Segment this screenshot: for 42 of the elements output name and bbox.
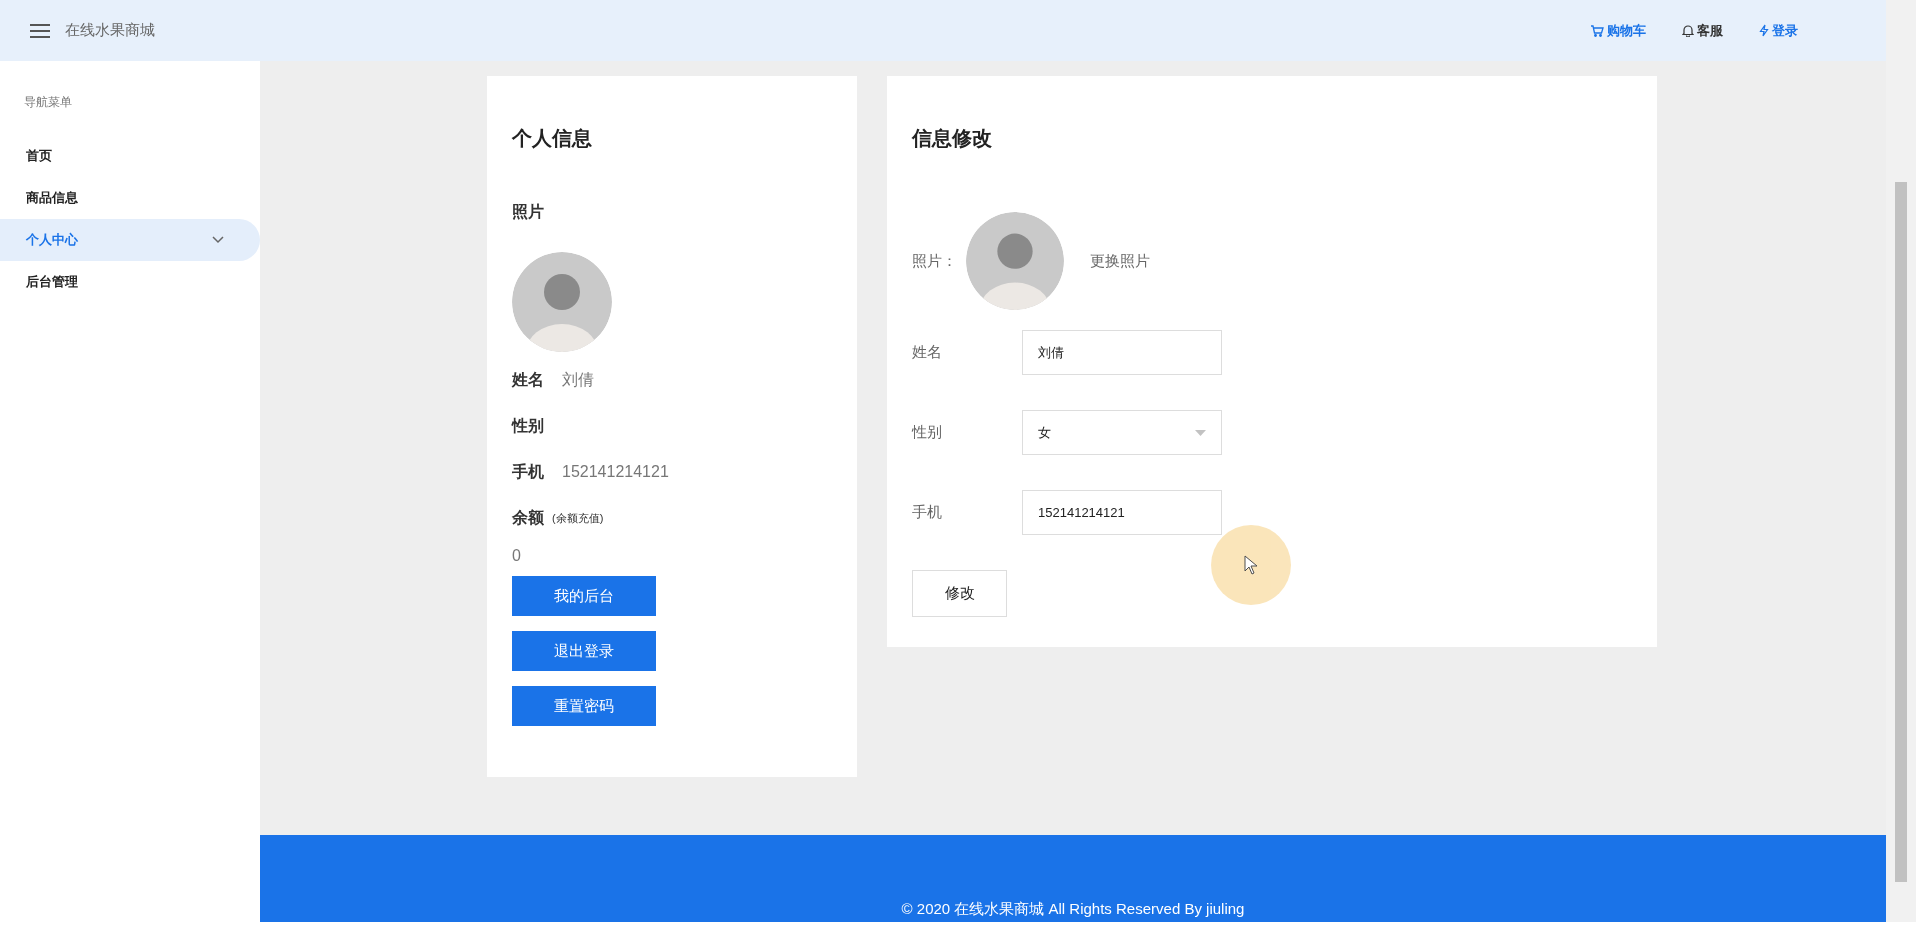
card-title: 个人信息 [512,126,593,151]
menu-icon[interactable] [30,23,50,38]
chevron-down-icon [212,236,224,244]
header-link[interactable]: 登录 [1759,20,1798,41]
lightning-icon [1759,24,1769,37]
gender-select[interactable]: 女 [1022,410,1222,455]
scrollbar-thumb[interactable] [1895,182,1907,882]
header-link[interactable]: 客服 [1682,20,1723,41]
submit-button[interactable]: 修改 [912,570,1007,617]
input-field[interactable]: 刘倩 [1022,330,1222,375]
field-value: 刘倩 [562,370,594,390]
nav-item[interactable]: 首页 [0,135,260,177]
field-label: 照片 [512,202,545,222]
dropdown-triangle-icon [1195,429,1206,436]
field-label: 姓名 [512,370,544,390]
bell-icon [1682,24,1694,37]
field-label: 手机 [912,502,943,523]
change-photo-link[interactable]: 更换照片 [1090,249,1150,273]
action-button[interactable]: 退出登录 [512,631,656,671]
nav-item[interactable]: 商品信息 [0,177,260,219]
field-value: 152141214121 [562,462,669,482]
input-field[interactable]: 152141214121 [1022,490,1222,535]
cart-icon [1590,24,1604,37]
copyright-text: © 2020 在线水果商城 All Rights Reserved By jiuling [901,898,1245,919]
field-label: 性别 [912,422,943,443]
field-label: 照片： [912,250,958,271]
balance-value: 0 [512,546,522,566]
field-label: 余额 [512,508,544,528]
sidebar-heading: 导航菜单 [23,94,73,111]
card-title: 信息修改 [912,126,993,151]
field-label: 手机 [512,462,544,482]
action-button[interactable]: 我的后台 [512,576,656,616]
pointer-cursor-icon [1244,555,1258,575]
header-link[interactable]: 购物车 [1590,20,1646,41]
field-label: 姓名 [912,342,943,363]
vertical-scrollbar[interactable] [1886,0,1916,922]
nav-item[interactable]: 后台管理 [0,261,260,303]
nav-item[interactable]: 个人中心 [0,219,260,261]
action-button[interactable]: 重置密码 [512,686,656,726]
recharge-link[interactable]: (余额充值) [552,509,604,527]
site-title: 在线水果商城 [65,20,155,41]
field-label: 性别 [512,416,544,436]
